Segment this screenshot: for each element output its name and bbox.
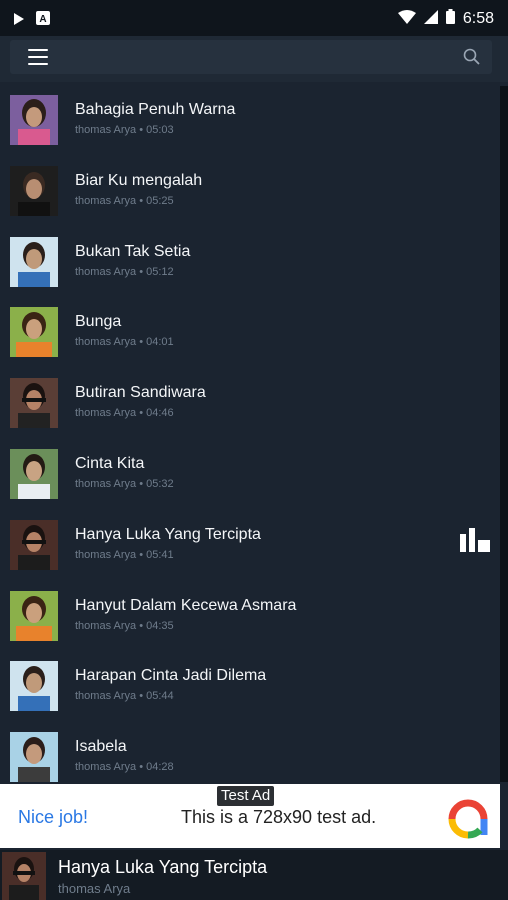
album-art-thumbnail xyxy=(10,448,58,499)
play-icon xyxy=(14,12,24,30)
song-subtitle: thomas Arya • 05:12 xyxy=(75,265,174,278)
song-subtitle: thomas Arya • 05:32 xyxy=(75,477,174,490)
album-art-thumbnail xyxy=(10,307,58,358)
song-title: Biar Ku mengalah xyxy=(75,171,203,189)
ad-cta-text[interactable]: Nice job! xyxy=(18,807,88,828)
album-art-thumbnail xyxy=(10,165,58,216)
song-title: Bukan Tak Setia xyxy=(75,242,191,260)
song-row[interactable]: Bukan Tak Setia thomas Arya • 05:12 xyxy=(0,228,500,299)
song-row[interactable]: Isabela thomas Arya • 04:28 xyxy=(0,723,500,782)
song-list[interactable]: Bahagia Penuh Warna thomas Arya • 05:03 … xyxy=(0,86,500,782)
svg-text:A: A xyxy=(39,14,46,25)
mini-player-album-art xyxy=(2,852,46,900)
search-bar xyxy=(10,40,492,74)
album-art-thumbnail xyxy=(10,236,58,287)
song-subtitle: thomas Arya • 05:25 xyxy=(75,194,174,207)
wifi-icon xyxy=(397,9,416,29)
clock: 6:58 xyxy=(462,10,494,27)
song-title: Isabela xyxy=(75,738,127,756)
song-title: Hanyut Dalam Kecewa Asmara xyxy=(75,596,297,614)
song-title: Bunga xyxy=(75,313,122,331)
song-subtitle: thomas Arya • 05:41 xyxy=(75,548,174,561)
song-subtitle: thomas Arya • 04:28 xyxy=(75,761,174,774)
song-row[interactable]: Harapan Cinta Jadi Dilema thomas Arya • … xyxy=(0,652,500,723)
song-subtitle: thomas Arya • 04:46 xyxy=(75,407,174,420)
song-title: Cinta Kita xyxy=(75,454,145,472)
song-row[interactable]: Bunga thomas Arya • 04:01 xyxy=(0,298,500,369)
song-subtitle: thomas Arya • 05:44 xyxy=(75,690,174,703)
song-row[interactable]: Bahagia Penuh Warna thomas Arya • 05:03 xyxy=(0,86,500,157)
album-art-thumbnail xyxy=(10,661,58,712)
album-art-thumbnail xyxy=(10,95,58,145)
now-playing-equalizer-icon xyxy=(460,527,490,552)
signal-icon xyxy=(423,9,438,29)
song-subtitle: thomas Arya • 04:35 xyxy=(75,619,174,632)
album-art-thumbnail xyxy=(10,732,58,782)
mini-player-title: Hanya Luka Yang Tercipta xyxy=(58,857,268,877)
song-title: Harapan Cinta Jadi Dilema xyxy=(75,667,267,685)
status-bar: A 6:58 xyxy=(0,0,508,36)
battery-icon xyxy=(445,9,455,29)
song-row[interactable]: Biar Ku mengalah thomas Arya • 05:25 xyxy=(0,157,500,228)
a-app-icon: A xyxy=(36,11,50,30)
app-bar xyxy=(0,36,508,82)
song-subtitle: thomas Arya • 05:03 xyxy=(75,124,174,136)
song-title: Hanya Luka Yang Tercipta xyxy=(75,525,261,543)
search-icon[interactable] xyxy=(462,47,482,67)
mini-player-artist: thomas Arya xyxy=(58,881,131,896)
ad-body-text[interactable]: This is a 728x90 test ad. xyxy=(181,807,376,828)
album-art-thumbnail xyxy=(10,378,58,429)
song-subtitle: thomas Arya • 04:01 xyxy=(75,336,174,349)
ad-label: Test Ad xyxy=(217,786,275,806)
song-title: Butiran Sandiwara xyxy=(75,384,206,402)
song-title: Bahagia Penuh Warna xyxy=(75,101,236,118)
album-art-thumbnail xyxy=(10,590,58,641)
song-row[interactable]: Hanyut Dalam Kecewa Asmara thomas Arya •… xyxy=(0,582,500,653)
album-art-thumbnail xyxy=(10,519,58,570)
song-row-playing[interactable]: Hanya Luka Yang Tercipta thomas Arya • 0… xyxy=(0,511,500,582)
hamburger-menu-icon[interactable] xyxy=(28,49,50,65)
song-row[interactable]: Butiran Sandiwara thomas Arya • 04:46 xyxy=(0,369,500,440)
song-row[interactable]: Cinta Kita thomas Arya • 05:32 xyxy=(0,440,500,511)
ad-logo-icon[interactable] xyxy=(448,799,488,839)
scrollbar[interactable] xyxy=(500,86,508,782)
